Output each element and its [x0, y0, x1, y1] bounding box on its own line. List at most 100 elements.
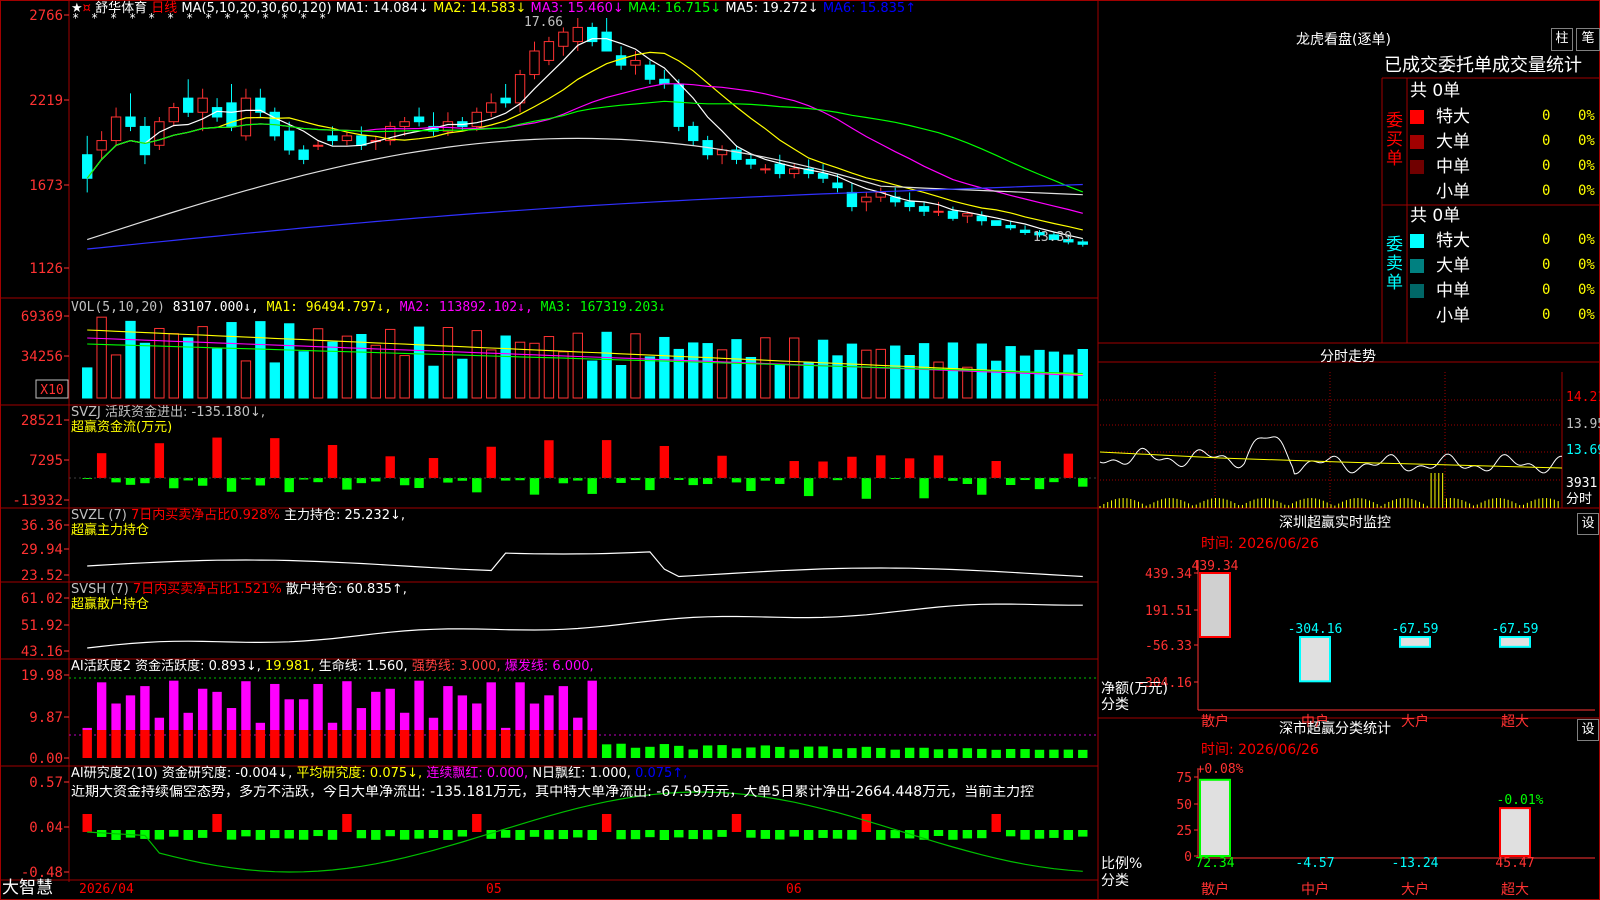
fund-flow-bar: [702, 478, 713, 485]
research-bar: [789, 830, 799, 837]
candle-body: [1005, 224, 1016, 229]
sell-name: 特大: [1436, 231, 1470, 251]
svzj-sub: 超赢资金流(万元): [71, 420, 173, 435]
svzj-axis-label: -13932: [12, 493, 63, 509]
ma3-label: MA3: 15.460↓: [530, 1, 624, 16]
activity-bar-top: [313, 683, 323, 730]
sz-monitor-settings-button[interactable]: 设: [1577, 513, 1599, 535]
research-bar: [803, 830, 814, 840]
sz-monitor-axis-label: 439.34: [1145, 567, 1192, 582]
pen-button[interactable]: 笔: [1576, 28, 1600, 51]
outer-frame: [0, 0, 1600, 900]
activity-bar-top: [82, 727, 92, 730]
sz-monitor-value: -304.16: [1288, 622, 1343, 637]
sz-monitor-axis-label: -56.33: [1145, 639, 1192, 654]
activity-bar-top: [140, 686, 150, 730]
activity-bar-top: [111, 703, 121, 730]
candle-body: [240, 97, 252, 137]
price-axis-label: 1673: [29, 178, 63, 194]
activity-bar-base: [428, 730, 439, 758]
activity-bar: [760, 745, 771, 758]
research-bar: [991, 814, 1001, 832]
chart-canvas[interactable]: 2766 2219 1673 1126 69369 34256 X10 28521 7295 -1…: [0, 0, 1600, 900]
activity-bar-base: [414, 730, 424, 758]
activity-bar-top: [573, 717, 583, 730]
activity-bar-base: [371, 730, 381, 758]
activity-bar: [775, 746, 785, 758]
sell-swatch: [1410, 259, 1424, 273]
sz-class-category: 超大: [1501, 882, 1529, 898]
sz-monitor-title: 深圳超赢实时监控: [1279, 515, 1391, 531]
candle-body: [312, 144, 324, 147]
buy-name: 特大: [1436, 107, 1470, 127]
research-bar: [457, 830, 468, 837]
buy-value: 0: [1542, 183, 1551, 199]
research-bar: [183, 830, 193, 840]
ma2-label: MA2: 14.583↓: [433, 1, 527, 16]
sell-swatch: [1410, 234, 1424, 248]
activity-bar-top: [284, 699, 294, 730]
research-bar: [82, 814, 92, 832]
research-bar: [558, 830, 569, 840]
research-bar: [399, 830, 410, 840]
mark-icon[interactable]: ¤: [83, 1, 91, 16]
candle-body: [962, 213, 973, 217]
sz-class-top-label: +0.08%: [1197, 762, 1244, 777]
candle-body: [471, 111, 482, 127]
volume-bar: [543, 336, 555, 399]
fund-flow-bar: [558, 478, 569, 484]
volume-bar: [875, 348, 886, 399]
buy-swatch: [1410, 135, 1424, 149]
activity-bar: [1078, 749, 1088, 758]
volume-bar: [514, 341, 526, 399]
intraday-volume: 3931: [1566, 476, 1598, 491]
candle-body: [688, 125, 699, 142]
volume-bar: [890, 345, 901, 399]
svzl-axis-label: 23.52: [21, 568, 63, 584]
research-bar: [832, 830, 843, 839]
research-bar: [861, 814, 872, 832]
research-bar: [342, 814, 352, 832]
research-bar: [760, 830, 771, 839]
sz-class-settings-button[interactable]: 设: [1577, 719, 1599, 741]
ma120-line: [87, 183, 1083, 250]
fund-flow-bar: [428, 458, 439, 478]
activity-bar: [861, 746, 872, 758]
candle-body: [529, 50, 540, 76]
column-button[interactable]: 柱: [1551, 28, 1573, 51]
research-bar: [544, 830, 554, 840]
activity-bar-base: [183, 730, 193, 758]
fund-flow-bar: [111, 478, 121, 483]
research-bar: [356, 830, 367, 839]
activity-bar-base: [558, 730, 569, 758]
vol-header: VOL(5,10,20) 83107.000↓, MA1: 96494.797↓…: [71, 300, 666, 315]
stock-name[interactable]: 舒华体育: [95, 1, 147, 16]
buy-pct: 0%: [1578, 183, 1595, 199]
activity-bar-base: [212, 730, 222, 758]
fund-flow-bar: [356, 478, 367, 484]
volume-bar: [82, 367, 93, 399]
research-bar: [371, 830, 381, 840]
activity-bar-top: [356, 708, 367, 730]
fund-flow-bar: [688, 478, 698, 486]
period-label[interactable]: 日线: [151, 1, 177, 16]
star-icon[interactable]: ★: [71, 1, 83, 16]
activity-bar: [688, 749, 698, 758]
activity-bar-top: [96, 682, 107, 730]
activity-bar-base: [298, 730, 309, 758]
fund-flow-bar: [197, 478, 208, 486]
volume-bar: [211, 348, 223, 399]
fund-flow-bar: [962, 478, 973, 484]
volume-bar: [846, 343, 858, 399]
sell-row: 特大 0 0%: [1410, 230, 1598, 252]
candle-body: [745, 158, 757, 165]
volume-bar: [615, 365, 627, 399]
sell-name: 小单: [1436, 306, 1470, 326]
sell-swatch: [1410, 309, 1424, 323]
fund-flow-bar: [933, 455, 944, 478]
fund-flow-bar: [645, 478, 655, 491]
volume-bar: [457, 358, 468, 399]
fund-flow-bar: [1049, 478, 1059, 483]
app-brand: 大智慧: [2, 878, 53, 898]
fund-flow-bar: [472, 478, 482, 493]
